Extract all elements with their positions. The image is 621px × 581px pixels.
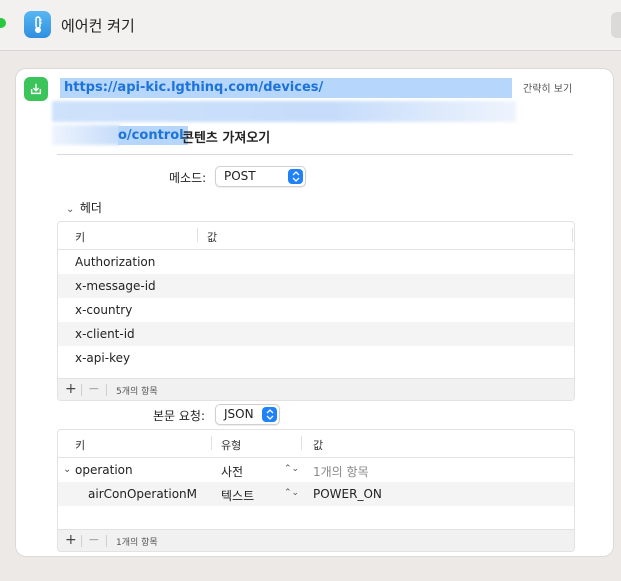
headers-table: 키 값 Authorization x-message-id x-country… (57, 221, 575, 401)
url-field-end[interactable]: o/control (118, 126, 188, 145)
chevron-updown-icon[interactable]: ⌃⌄ (284, 464, 299, 474)
remove-button[interactable]: − (88, 532, 100, 548)
body-key: operation (75, 463, 133, 477)
table-row[interactable]: airConOperationM 텍스트 ⌃⌄ POWER_ON (58, 482, 574, 506)
thermometer-icon (24, 11, 51, 38)
header-key: x-country (75, 303, 133, 317)
item-count: 1개의 항목 (116, 538, 158, 548)
url-field[interactable]: https://api-kic.lgthinq.com/devices/ (60, 78, 512, 98)
method-select[interactable]: POST (215, 166, 306, 187)
table-row[interactable]: x-api-key (58, 346, 574, 370)
table-footer: + − 5개의 항목 (58, 378, 574, 400)
body-type-value: JSON (224, 407, 254, 421)
item-count: 5개의 항목 (116, 387, 158, 397)
chevron-updown-icon (262, 407, 277, 422)
body-key: airConOperationM (88, 487, 198, 501)
body-type[interactable]: 텍스트 (221, 487, 254, 504)
body-type-select[interactable]: JSON (215, 404, 280, 425)
body-value: 1개의 항목 (313, 465, 369, 479)
table-header: 키 값 (58, 222, 574, 250)
divider (57, 154, 573, 155)
headers-label: 헤더 (79, 201, 102, 215)
table-row[interactable]: x-country (58, 298, 574, 322)
header-key: x-client-id (75, 327, 135, 341)
table-footer: + − 1개의 항목 (58, 529, 574, 551)
chevron-down-icon[interactable]: ⌄ (63, 464, 71, 475)
body-label: 본문 요청: (153, 409, 206, 423)
window-control-button[interactable] (0, 18, 6, 28)
headers-disclosure[interactable]: ⌄ 헤더 (66, 199, 102, 216)
table-header: 키 유형 값 (58, 430, 574, 458)
chevron-down-icon: ⌄ (66, 204, 75, 215)
column-header-key: 키 (75, 439, 86, 452)
table-row[interactable]: ⌄ operation 사전 ⌃⌄ 1개의 항목 (58, 458, 574, 482)
method-label: 메소드: (169, 171, 207, 185)
url-redacted (52, 125, 120, 145)
body-table: 키 유형 값 ⌄ operation 사전 ⌃⌄ 1개의 항목 airConOp… (57, 429, 575, 552)
body-value[interactable]: POWER_ON (313, 487, 382, 501)
shortcut-title[interactable]: 에어컨 켜기 (61, 15, 135, 36)
action-label: 콘텐츠 가져오기 (182, 131, 271, 146)
body-type[interactable]: 사전 (221, 463, 243, 480)
toolbar-edge (611, 12, 621, 38)
download-icon (24, 77, 48, 101)
header-key: Authorization (75, 255, 156, 269)
chevron-updown-icon[interactable]: ⌃⌄ (284, 488, 299, 498)
simple-view-button[interactable]: 간략히 보기 (523, 80, 572, 95)
header-key: x-api-key (75, 351, 131, 365)
column-header-value: 값 (313, 439, 324, 452)
header-key: x-message-id (75, 279, 156, 293)
chevron-updown-icon (288, 169, 303, 184)
table-row[interactable]: Authorization (58, 250, 574, 274)
method-value: POST (224, 169, 256, 183)
remove-button[interactable]: − (88, 381, 100, 397)
add-button[interactable]: + (65, 532, 77, 548)
table-row[interactable]: x-client-id (58, 322, 574, 346)
column-header-value: 값 (207, 231, 218, 244)
column-header-key: 키 (75, 231, 86, 244)
url-redacted (52, 101, 516, 122)
add-button[interactable]: + (65, 381, 77, 397)
column-header-type: 유형 (221, 439, 242, 452)
window-titlebar: 에어컨 켜기 (0, 0, 621, 51)
table-row[interactable]: x-message-id (58, 274, 574, 298)
